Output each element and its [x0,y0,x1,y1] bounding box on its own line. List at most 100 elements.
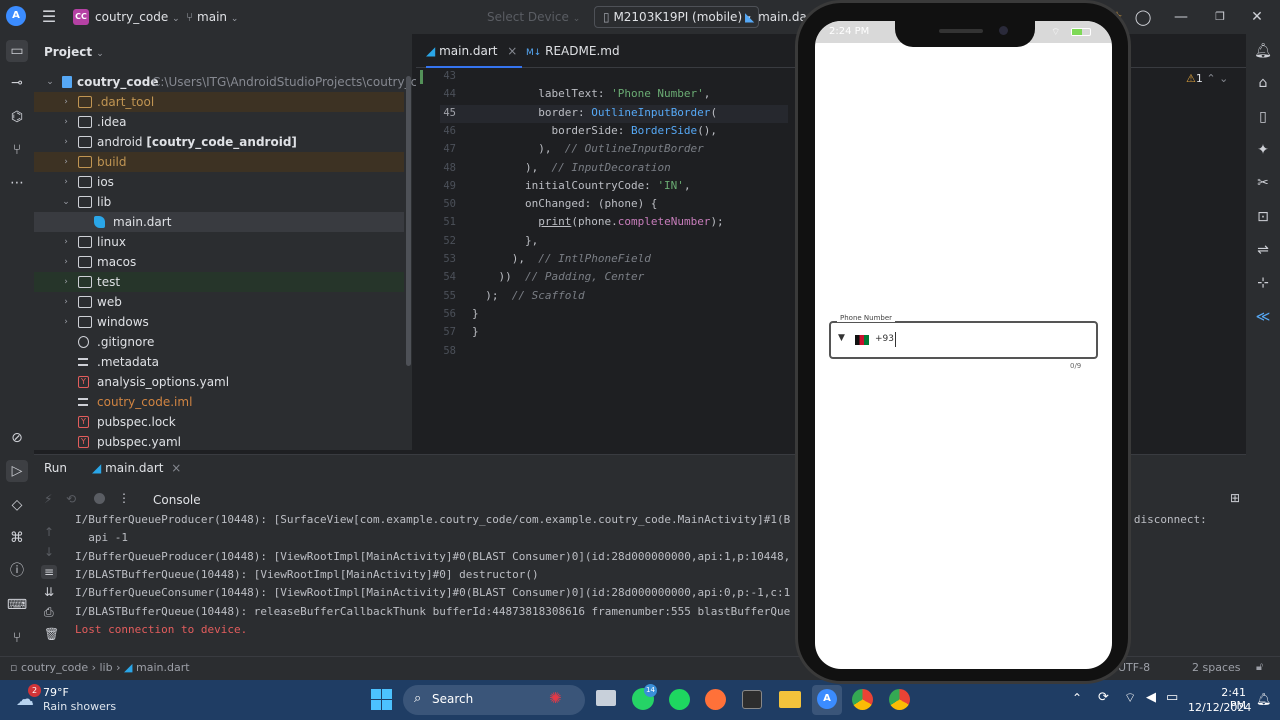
running-devices-icon[interactable]: ⇌ [1252,239,1274,261]
more-options-icon[interactable]: ⋮ [118,491,130,505]
tree-item[interactable]: › web [34,292,404,312]
lock-icon[interactable]: 🔓︎ [1256,660,1263,674]
collapse-arrow-icon[interactable]: › [60,132,72,152]
scroll-to-end-icon[interactable]: ⇊ [44,585,54,599]
tree-item[interactable]: Ypubspec.lock [34,412,404,432]
taskbar-date[interactable]: 12/12/2024 [1188,701,1251,714]
wifi-icon[interactable]: ⌔ [1124,690,1136,706]
restore-window-icon[interactable]: ❐ [1209,6,1231,28]
windows-start-icon[interactable] [371,689,393,711]
tree-item[interactable]: › macos [34,252,404,272]
android-studio-taskbar-button[interactable]: A [812,685,842,715]
minimize-window-icon[interactable]: — [1170,6,1192,28]
taskbar-search-box[interactable]: ⌕ Search ✺ [403,685,585,715]
notifications-icon[interactable]: 🔔︎ [1252,40,1274,62]
sync-icon[interactable]: ⟳ [1098,690,1109,705]
breadcrumb-file[interactable]: main.dart [136,661,190,674]
project-selector[interactable]: coutry_code ⌄ [95,8,180,26]
collapse-arrow-icon[interactable]: › [60,152,72,172]
run-tool-icon[interactable]: ▷ [6,460,28,482]
clear-console-icon[interactable]: 🗑︎ [44,627,59,641]
dropdown-arrow-icon[interactable]: ▼ [838,333,845,343]
project-panel-title[interactable]: Project ⌄ [44,45,104,59]
firefox-icon[interactable] [705,689,726,710]
tree-item[interactable]: main.dart [34,212,404,232]
app-inspection-icon[interactable]: ⌘ [6,527,28,549]
collapse-arrow-icon[interactable]: › [60,292,72,312]
tree-item[interactable]: Ypubspec.yaml [34,432,404,452]
phone-number-field[interactable]: Phone Number ▼ +93 [829,314,1098,359]
expand-arrow-icon[interactable]: ⌄ [60,192,72,212]
spotify-icon[interactable] [669,689,690,710]
layout-inspector-icon[interactable]: ⊹ [1252,272,1274,294]
breadcrumb-folder[interactable]: lib [100,661,113,674]
tab-main-dart[interactable]: ◢ main.dart × [426,34,522,68]
tree-item[interactable]: › windows [34,312,404,332]
warning-indicator[interactable]: ⚠1 ⌃ ⌄ [1186,72,1228,85]
hot-restart-icon[interactable]: ⟲ [66,492,76,506]
device-selector[interactable]: ▯ M2103K19PI (mobile) ▾ [594,6,760,28]
run-tab[interactable]: ◢ main.dart × [92,461,181,475]
tree-item[interactable]: .gitignore [34,332,404,352]
whatsapp-icon[interactable]: 14 [632,684,657,710]
scroll-down-icon[interactable]: ↓ [44,545,54,559]
project-folder-icon[interactable]: ▭ [6,40,28,62]
soft-wrap-icon[interactable]: ≡ [41,565,58,579]
chrome-icon[interactable] [852,689,873,710]
tree-root[interactable]: ⌄ coutry_code C:\Users\ITG\AndroidStudio… [34,72,439,92]
pull-requests-icon[interactable]: ⑂ [6,139,28,161]
tree-item[interactable]: ⌄ lib [34,192,404,212]
close-window-icon[interactable]: ✕ [1246,6,1268,28]
hot-reload-icon[interactable]: ⚡ [44,492,52,506]
clapper-app-icon[interactable] [742,690,762,709]
volume-icon[interactable]: ◀︎ [1146,690,1156,705]
commit-icon[interactable]: ⊸ [6,72,28,94]
collapse-arrow-icon[interactable]: › [60,272,72,292]
tree-item[interactable]: › build [34,152,404,172]
tree-item[interactable]: › android [coutry_code_android] [34,132,404,152]
chevron-down-icon[interactable]: ⌄ [1219,72,1228,85]
structure-icon[interactable]: ⌬ [6,106,28,128]
collapse-arrow-icon[interactable]: › [60,172,72,192]
device-select-placeholder[interactable]: Select Device ⌄ [487,8,580,26]
console-tab[interactable]: Console [153,493,201,507]
tree-item[interactable]: › ios [34,172,404,192]
chevron-up-icon[interactable]: ⌃ [1072,691,1082,705]
phone-screen[interactable]: 2:24 PM ⌔ Phone Number ▼ +93 0/9 [815,21,1112,669]
layout-toggle-icon[interactable]: ⊞ [1230,491,1240,505]
collapse-arrow-icon[interactable]: › [60,252,72,272]
gem-icon[interactable]: ◇ [6,494,28,516]
breadcrumb-project[interactable]: coutry_code [21,661,88,674]
stop-icon[interactable] [94,493,105,504]
weather-widget[interactable]: ☁ 2 [16,684,41,711]
terminal-icon[interactable]: ⌨ [6,594,28,616]
emulator-icon[interactable]: ⊡ [1252,206,1274,228]
account-icon[interactable]: ◯ [1132,6,1154,28]
branch-selector[interactable]: ⑂ main ⌄ [186,8,238,26]
tree-item[interactable]: › linux [34,232,404,252]
tree-item[interactable]: coutry_code.iml [34,392,404,412]
more-tools-icon[interactable]: ⋯ [6,172,28,194]
chevron-up-icon[interactable]: ⌃ [1206,72,1215,85]
tree-item[interactable]: › .idea [34,112,404,132]
run-panel-title[interactable]: Run [44,461,67,475]
device-mirroring-icon[interactable]: ✂ [1252,172,1274,194]
print-icon[interactable]: ⎙ [44,605,54,620]
indent-indicator[interactable]: 2 spaces [1192,661,1241,674]
close-tab-icon[interactable]: × [171,461,181,475]
collapse-arrow-icon[interactable]: › [60,232,72,252]
collapse-arrow-icon[interactable]: › [60,312,72,332]
build-variants-icon[interactable]: ⊘ [6,427,28,449]
project-scrollbar[interactable] [406,76,411,366]
task-view-icon[interactable] [596,690,616,706]
notification-bell-icon[interactable]: 🔔︎ [1256,692,1271,706]
tree-item[interactable]: › .dart_tool [34,92,404,112]
problems-icon[interactable]: ⓘ [6,560,28,582]
version-control-icon[interactable]: ⑂ [6,627,28,649]
collapse-arrow-icon[interactable]: › [60,92,72,112]
flutter-inspector-icon[interactable]: ≪ [1252,306,1274,328]
expand-arrow-icon[interactable]: ⌄ [44,72,56,92]
tree-item[interactable]: › test [34,272,404,292]
gradle-icon[interactable]: ⌂ [1252,72,1274,94]
close-tab-icon[interactable]: × [507,44,517,58]
